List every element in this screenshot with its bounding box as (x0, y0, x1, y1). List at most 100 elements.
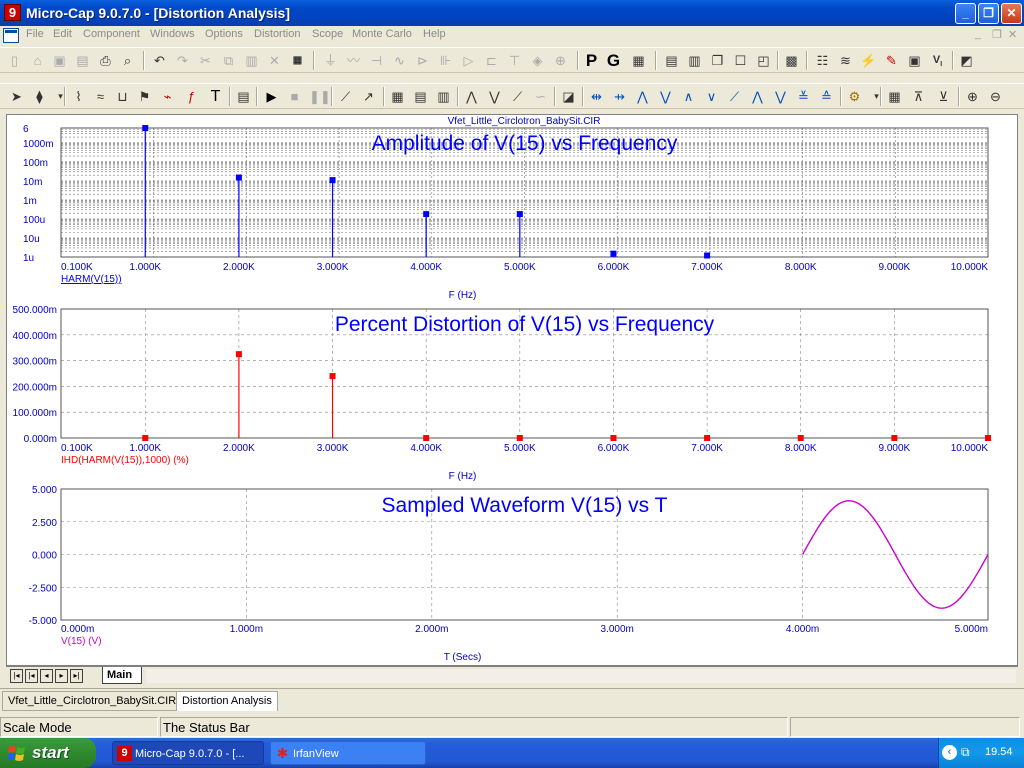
table-icon[interactable]: ▦ (886, 88, 903, 105)
component-icon[interactable]: ⧫ (31, 88, 48, 105)
line-icon[interactable]: ⟋ (337, 88, 354, 105)
window-icon[interactable]: ☐ (732, 52, 749, 69)
save-icon[interactable]: ▣ (51, 52, 68, 69)
image-icon[interactable]: ▣ (906, 52, 923, 69)
g-button[interactable]: G (605, 52, 622, 69)
save-all-icon[interactable]: ▤ (74, 52, 91, 69)
cursor-global-low-icon[interactable]: ⋁ (772, 88, 789, 105)
restore-button[interactable]: ❐ (978, 3, 999, 24)
nav-first-button[interactable]: |◂ (10, 669, 23, 683)
cursor-peak-icon[interactable]: ⋀ (634, 88, 651, 105)
dropdown-arrow-icon[interactable]: ▾ (52, 88, 69, 105)
menu-help[interactable]: Help (423, 28, 446, 40)
grid-coarse-icon[interactable]: ▥ (435, 88, 452, 105)
wire-icon[interactable]: ⌇ (70, 88, 87, 105)
cursor-high-icon[interactable]: ∧ (680, 88, 697, 105)
cursor-inflect-icon[interactable]: ⟋ (726, 88, 743, 105)
tile-vertical-icon[interactable]: ▥ (686, 52, 703, 69)
print-preview-icon[interactable]: ⌕ (119, 52, 136, 69)
waveform-icon[interactable]: ≋ (837, 52, 854, 69)
slope-icon[interactable]: ⟋ (509, 88, 526, 105)
delete-icon[interactable]: ✕ (266, 52, 283, 69)
split-window-icon[interactable]: ◰ (755, 52, 772, 69)
nav-next-button[interactable]: ▸ (55, 669, 68, 683)
select-all-icon[interactable]: ▦ (289, 52, 306, 69)
analysis-plots[interactable]: Vfet_Little_Circlotron_BabySit.CIR 0.100… (7, 115, 1017, 665)
menu-scope[interactable]: Scope (312, 28, 343, 40)
p-button[interactable]: P (583, 52, 600, 69)
cursor-bottom-icon[interactable]: ≙ (818, 88, 835, 105)
properties-icon[interactable]: ▤ (235, 88, 252, 105)
cursor-global-high-icon[interactable]: ⋀ (749, 88, 766, 105)
calculator-icon[interactable]: ▩ (783, 52, 800, 69)
dropdown-arrow-icon[interactable]: ▾ (868, 88, 885, 105)
cursor-low-icon[interactable]: ∨ (703, 88, 720, 105)
tag-horizontal-icon[interactable]: ⊻ (935, 88, 952, 105)
redo-icon[interactable]: ↷ (174, 52, 191, 69)
pencil-icon[interactable]: ✎ (883, 52, 900, 69)
select-arrow-icon[interactable]: ➤ (8, 88, 25, 105)
document-window-icon[interactable] (3, 28, 19, 43)
diagonal-wire-icon[interactable]: ⊔ (114, 88, 131, 105)
run-icon[interactable]: ▶ (263, 88, 280, 105)
tab-distortion-analysis[interactable]: Distortion Analysis (176, 691, 278, 711)
mdi-restore-button[interactable]: ❐ (992, 28, 1002, 41)
grid-fine-icon[interactable]: ▦ (389, 88, 406, 105)
fcn-icon[interactable]: ƒ (183, 88, 200, 105)
tile-horizontal-icon[interactable]: ▤ (663, 52, 680, 69)
app-logo-icon[interactable]: 9 (4, 4, 21, 21)
ground-icon[interactable]: ⏚ (322, 52, 339, 69)
grid-icon[interactable]: ▦ (630, 52, 647, 69)
opamp-icon[interactable]: ▷ (460, 52, 477, 69)
minimize-button[interactable]: _ (955, 3, 976, 24)
zoom-in-icon[interactable]: ⊕ (964, 88, 981, 105)
paste-icon[interactable]: ▥ (243, 52, 260, 69)
diode-icon[interactable]: ⊳ (414, 52, 431, 69)
stop-icon[interactable]: ■ (286, 88, 303, 105)
scale-icon[interactable]: ◪ (560, 88, 577, 105)
jfet-icon[interactable]: ⊤ (506, 52, 523, 69)
network-icon[interactable]: ⧉ (961, 745, 970, 760)
open-icon[interactable]: ⌂ (29, 52, 46, 69)
performance-icon[interactable]: ⚙ (846, 88, 863, 105)
menu-component[interactable]: Component (83, 28, 140, 40)
print-icon[interactable]: ⎙ (97, 52, 114, 69)
npn-icon[interactable]: ⊏ (483, 52, 500, 69)
valley-icon[interactable]: ⋁ (486, 88, 503, 105)
inductor-icon[interactable]: ∿ (391, 52, 408, 69)
tab-main[interactable]: Main (102, 667, 142, 684)
bus-icon[interactable]: ≈ (92, 88, 109, 105)
nav-prev-page-button[interactable]: |◂ (25, 669, 38, 683)
task-irfanview[interactable]: ✱ IrfanView (270, 741, 426, 765)
arrow-line-icon[interactable]: ↗ (360, 88, 377, 105)
cursor-right-icon[interactable]: ⇸ (611, 88, 628, 105)
mdi-close-button[interactable]: ✕ (1008, 28, 1017, 41)
curve-icon[interactable]: ∽ (532, 88, 549, 105)
start-button[interactable]: start (0, 738, 96, 768)
source-icon[interactable]: ⊕ (552, 52, 569, 69)
new-icon[interactable]: ▯ (6, 52, 23, 69)
mdi-minimize-button[interactable]: _ (975, 28, 981, 40)
menu-edit[interactable]: Edit (53, 28, 72, 40)
peak-icon[interactable]: ⋀ (463, 88, 480, 105)
vid-icon[interactable]: VI (929, 52, 946, 69)
tab-circuit[interactable]: Vfet_Little_Circlotron_BabySit.CIR (2, 691, 183, 711)
pin-icon[interactable]: ⌁ (159, 88, 176, 105)
capacitor-icon[interactable]: ⊣ (368, 52, 385, 69)
nav-prev-button[interactable]: ◂ (40, 669, 53, 683)
probe-icon[interactable]: ⚡ (860, 52, 877, 69)
grid-medium-icon[interactable]: ▤ (412, 88, 429, 105)
cut-icon[interactable]: ✂ (197, 52, 214, 69)
task-microcap[interactable]: 9 Micro-Cap 9.0.7.0 - [... (112, 741, 264, 765)
cursor-valley-icon[interactable]: ⋁ (657, 88, 674, 105)
menu-windows[interactable]: Windows (150, 28, 195, 40)
node-icon[interactable]: ◈ (529, 52, 546, 69)
zoom-out-icon[interactable]: ⊖ (987, 88, 1004, 105)
cursor-top-icon[interactable]: ≚ (795, 88, 812, 105)
component-list-icon[interactable]: ☷ (814, 52, 831, 69)
clock[interactable]: 19.54 (985, 746, 1013, 758)
plot-window[interactable]: Vfet_Little_Circlotron_BabySit.CIR 0.100… (6, 114, 1018, 666)
nav-last-button[interactable]: ▸| (70, 669, 83, 683)
menu-options[interactable]: Options (205, 28, 243, 40)
resistor-icon[interactable]: 〰 (345, 52, 362, 69)
